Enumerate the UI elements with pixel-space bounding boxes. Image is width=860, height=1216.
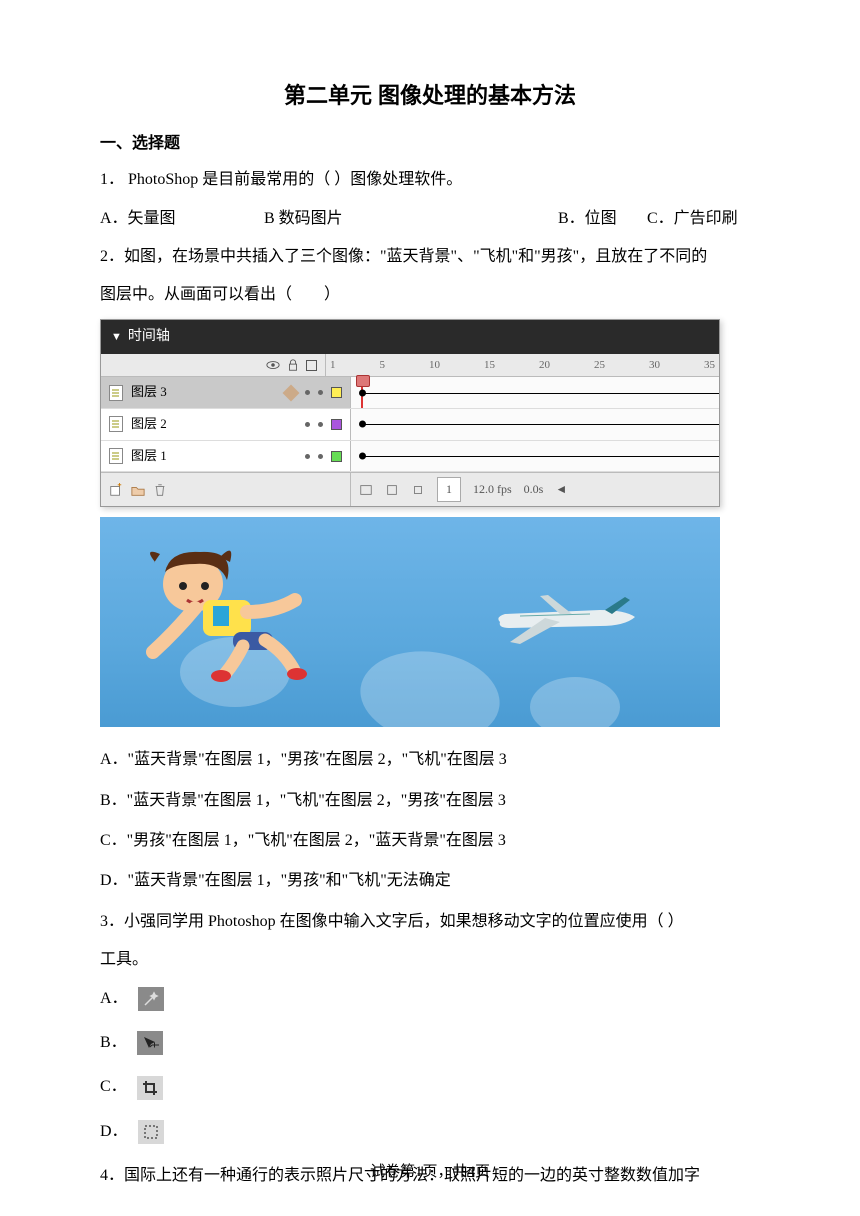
page-title: 第二单元 图像处理的基本方法 bbox=[100, 75, 760, 117]
q3-opt-d: D． bbox=[100, 1117, 760, 1147]
goto-icon bbox=[359, 483, 373, 497]
outline-icon bbox=[306, 360, 317, 371]
q2-line2: 图层中。从画面可以看出（ ） bbox=[100, 280, 760, 310]
q2-opt-b: B．"蓝天背景"在图层 1，"飞机"在图层 2，"男孩"在图层 3 bbox=[100, 786, 760, 816]
dot-icon bbox=[318, 422, 323, 427]
opt-label: A． bbox=[100, 984, 128, 1014]
cloud-shape bbox=[530, 677, 620, 727]
dot-icon bbox=[305, 422, 310, 427]
timeline-columns: 1 5 10 15 20 25 30 35 bbox=[101, 354, 719, 377]
timeline-panel: ▼ 时间轴 1 5 10 15 20 25 30 35 图层 3 bbox=[100, 319, 720, 507]
q3-line2: 工具。 bbox=[100, 945, 760, 975]
q2-opt-a: A．"蓝天背景"在图层 1，"男孩"在图层 2，"飞机"在图层 3 bbox=[100, 745, 760, 775]
frame-ruler: 1 5 10 15 20 25 30 35 bbox=[326, 354, 719, 376]
q2-opt-d: D．"蓝天背景"在图层 1，"男孩"和"飞机"无法确定 bbox=[100, 866, 760, 896]
collapse-icon: ▼ bbox=[111, 327, 122, 348]
layer-label: 图层 1 bbox=[131, 444, 297, 469]
dot-icon bbox=[305, 390, 310, 395]
tick: 30 bbox=[649, 355, 660, 376]
layer-label: 图层 2 bbox=[131, 412, 297, 437]
time-label: 0.0s bbox=[524, 478, 544, 501]
q3-opt-b: B． bbox=[100, 1028, 760, 1058]
q2-opt-c: C．"男孩"在图层 1，"飞机"在图层 2，"蓝天背景"在图层 3 bbox=[100, 826, 760, 856]
page-footer: 试卷第1页，共4页 bbox=[0, 1158, 860, 1187]
current-frame: 1 bbox=[437, 477, 461, 502]
section-header: 一、选择题 bbox=[100, 129, 760, 159]
trash-icon bbox=[153, 483, 167, 497]
cloud-shape bbox=[354, 643, 505, 727]
dot-icon bbox=[305, 454, 310, 459]
layer-row-3: 图层 3 bbox=[101, 377, 719, 409]
timeline-footer: 1 12.0 fps 0.0s ◄ bbox=[101, 472, 719, 506]
color-swatch bbox=[331, 451, 342, 462]
crop-tool-icon bbox=[137, 1076, 163, 1100]
layer-label: 图层 3 bbox=[131, 380, 277, 405]
layer-icon bbox=[109, 448, 123, 464]
tick: 20 bbox=[539, 355, 550, 376]
q1-opt-b1: B 数码图片 bbox=[264, 204, 554, 234]
timeline-title: 时间轴 bbox=[128, 324, 170, 351]
fps-label: 12.0 fps bbox=[473, 478, 512, 501]
q1-opt-c: C．广告印刷 bbox=[647, 204, 738, 234]
tick: 1 bbox=[330, 355, 336, 376]
tick: 10 bbox=[429, 355, 440, 376]
tick: 15 bbox=[484, 355, 495, 376]
tick: 5 bbox=[380, 355, 386, 376]
q3-line1: 3．小强同学用 Photoshop 在图像中输入文字后，如果想移动文字的位置应使… bbox=[100, 907, 760, 937]
q1-text: 1． PhotoShop 是目前最常用的（ ）图像处理软件。 bbox=[100, 165, 760, 195]
q2-line1: 2．如图，在场景中共插入了三个图像："蓝天背景"、"飞机"和"男孩"，且放在了不… bbox=[100, 242, 760, 272]
lock-icon bbox=[286, 358, 300, 372]
new-layer-icon bbox=[109, 483, 123, 497]
tick: 25 bbox=[594, 355, 605, 376]
magic-wand-icon bbox=[138, 987, 164, 1011]
move-tool-icon bbox=[137, 1031, 163, 1055]
color-swatch bbox=[331, 419, 342, 430]
eye-icon bbox=[266, 358, 280, 372]
pencil-icon bbox=[283, 384, 300, 401]
scroll-left-icon: ◄ bbox=[555, 478, 567, 501]
opt-label: C． bbox=[100, 1072, 127, 1102]
q1-opt-b2: B．位图 bbox=[558, 204, 643, 234]
tick: 35 bbox=[704, 355, 715, 376]
opt-label: B． bbox=[100, 1028, 127, 1058]
airplane bbox=[490, 592, 640, 647]
layer-row-2: 图层 2 bbox=[101, 409, 719, 441]
dot-icon bbox=[318, 454, 323, 459]
new-folder-icon bbox=[131, 483, 145, 497]
dot-icon bbox=[318, 390, 323, 395]
layer-column-header bbox=[101, 354, 326, 376]
color-swatch bbox=[331, 387, 342, 398]
q3-opt-a: A． bbox=[100, 984, 760, 1014]
onion-icon bbox=[385, 483, 399, 497]
layer-row-1: 图层 1 bbox=[101, 441, 719, 473]
opt-label: D． bbox=[100, 1117, 128, 1147]
layer-icon bbox=[109, 416, 123, 432]
q1-opt-a: A．矢量图 bbox=[100, 204, 260, 234]
marquee-tool-icon bbox=[138, 1120, 164, 1144]
scene-preview bbox=[100, 517, 720, 727]
timeline-header: ▼ 时间轴 bbox=[101, 320, 719, 355]
q1-options: A．矢量图 B 数码图片 B．位图 C．广告印刷 bbox=[100, 204, 760, 234]
boy-character bbox=[135, 542, 315, 682]
layer-icon bbox=[109, 385, 123, 401]
q3-opt-c: C． bbox=[100, 1072, 760, 1102]
loop-icon bbox=[411, 483, 425, 497]
